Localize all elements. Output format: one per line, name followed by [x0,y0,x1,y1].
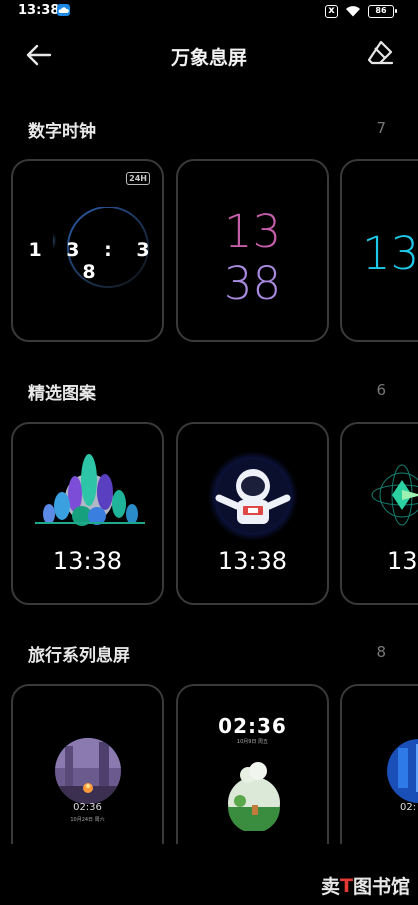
cloud-icon [57,4,70,16]
island-card-date: 10月9日 周五 [236,739,269,745]
watermark-logo: 卖 T 图书馆 [321,872,410,899]
status-bar: 13:38 x 86 [0,0,418,24]
island-illustration [228,762,280,831]
forest-illustration [35,454,145,526]
forest-pattern-time: 13:38 [52,547,123,575]
eraser-icon [367,40,394,65]
campfire-card-time: 02:36 [73,802,102,813]
section-count-travel-series: 8 [376,643,386,661]
flower-pattern-card[interactable]: 13: [340,422,418,605]
sim-card-icon: x [325,4,338,18]
cyan-clock-card[interactable]: 13: [340,159,418,342]
astronaut-pattern-card[interactable]: 13:38 [176,422,329,605]
status-right: x 86 [325,2,397,21]
gradient-clock-minute: 38 [223,257,282,310]
blue-scene-illustration [387,739,418,803]
campfire-illustration [55,738,121,804]
section-title-featured-patterns: 精选图案 [28,384,96,404]
edit-button[interactable] [366,39,394,67]
section-title-digital-clock: 数字时钟 [28,122,96,142]
wifi-icon [345,2,361,21]
digital-clock-row: 24H 1 3 : 3 8 13 38 13: [0,159,418,344]
forest-pattern-card[interactable]: 13:38 [11,422,164,605]
battery-icon: 86 [368,4,397,18]
blue-card-time: 02: [400,802,417,813]
gradient-clock-card[interactable]: 13 38 [176,159,329,342]
section-count-digital-clock: 7 [376,119,386,137]
island-card-time: 02:36 [218,714,287,738]
page-title: 万象息屏 [170,47,247,69]
featured-patterns-row: 13:38 13:38 13 [0,422,418,607]
section-count-featured-patterns: 6 [376,381,386,399]
eclipse-clock-card[interactable]: 24H 1 3 : 3 8 [11,159,164,342]
astronaut-illustration [208,451,298,541]
24h-badge: 24H [126,172,150,185]
section-title-travel-series: 旅行系列息屏 [28,646,130,666]
watermark-prefix: 卖 [321,876,341,898]
travel-series-row: 02:36 10月24日 周六 02:36 10月9日 周五 02: [0,684,418,844]
watermark-red-letter: T [340,874,353,897]
travel-card-campfire[interactable]: 02:36 10月24日 周六 [11,684,164,844]
status-time: 13:38 [18,3,60,18]
eclipse-clock-time: 1 3 : 3 8 [28,239,159,283]
watermark-text: 图书馆 [352,876,410,898]
astronaut-pattern-time: 13:38 [217,547,288,575]
cyan-clock-time: 13: [362,227,418,280]
campfire-card-date: 10月24日 周六 [70,817,105,823]
flower-illustration [371,464,418,526]
travel-card-blue[interactable]: 02: [340,684,418,844]
app-header: 万象息屏 [0,30,418,80]
travel-card-island[interactable]: 02:36 10月9日 周五 [176,684,329,844]
gradient-clock-hour: 13 [223,205,282,258]
flower-pattern-time: 13: [387,547,418,575]
